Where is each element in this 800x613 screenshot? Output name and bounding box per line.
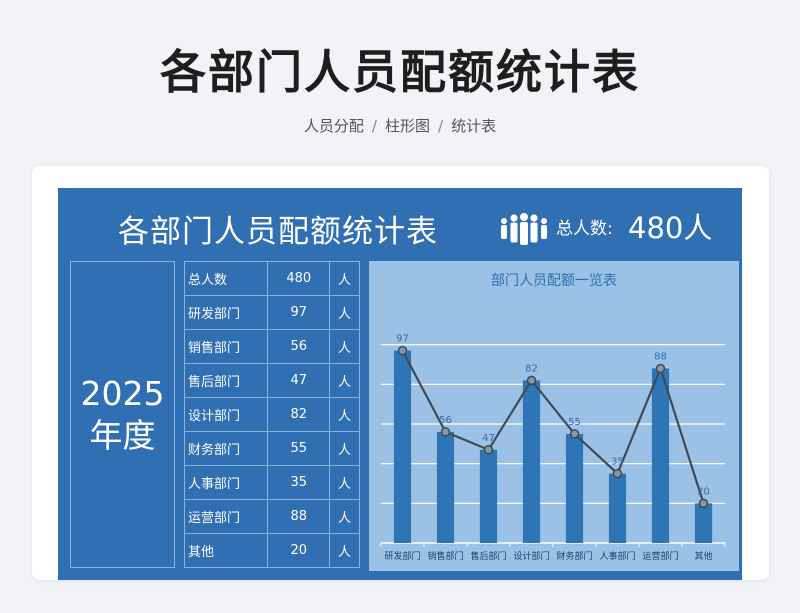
dept-name-cell[interactable]: 研发部门 (183, 295, 269, 330)
line-point (655, 363, 666, 374)
bar (522, 380, 541, 543)
table-row: 人事部门 35 人 (183, 465, 360, 500)
dept-count-cell[interactable]: 47 (267, 363, 331, 398)
x-tick-label: 运营部门 (642, 550, 678, 562)
year-box: 2025 年度 (70, 261, 175, 568)
line-point (612, 468, 623, 479)
people-group-icon (501, 213, 547, 245)
line-point (397, 345, 408, 356)
table-row: 销售部门 56 人 (183, 329, 360, 364)
table-row: 运营部门 88 人 (183, 499, 360, 534)
dept-name-cell[interactable]: 销售部门 (183, 329, 269, 364)
bar (565, 433, 584, 543)
table-row: 财务部门 55 人 (183, 431, 360, 466)
dept-count-cell[interactable]: 82 (267, 397, 331, 432)
x-tick-label: 其他 (694, 550, 712, 562)
data-label: 88 (654, 351, 667, 362)
dept-count-cell[interactable]: 20 (267, 533, 331, 568)
x-tick-label: 人事部门 (599, 550, 635, 562)
spreadsheet-preview: 各部门人员配额统计表 总人数: 480人 2025 年度 总人数 480 人研发部门… (58, 188, 742, 580)
breadcrumb-item[interactable]: 柱形图 (385, 117, 430, 135)
dept-count-cell[interactable]: 35 (267, 465, 331, 500)
page-title: 各部门人员配额统计表 (160, 45, 640, 99)
dept-count-cell[interactable]: 56 (267, 329, 331, 364)
dept-name-cell[interactable]: 运营部门 (183, 499, 269, 534)
bar (608, 473, 627, 543)
data-label: 20 (697, 486, 710, 497)
breadcrumb-separator: / (438, 117, 444, 135)
dept-count-cell[interactable]: 88 (267, 499, 331, 534)
dept-unit-cell[interactable]: 人 (329, 499, 360, 534)
dept-unit-cell[interactable]: 人 (329, 363, 360, 398)
dept-unit-cell[interactable]: 人 (329, 397, 360, 432)
line-point (526, 375, 537, 386)
x-tick-label: 设计部门 (513, 550, 549, 562)
dept-name-cell[interactable]: 其他 (183, 533, 269, 568)
dept-name-cell[interactable]: 财务部门 (183, 431, 269, 466)
breadcrumb-item[interactable]: 统计表 (451, 117, 496, 135)
bar (479, 449, 498, 543)
total-value: 480人 (628, 211, 713, 245)
table-row: 其他 20 人 (183, 533, 360, 568)
data-label: 47 (482, 433, 495, 444)
table-row: 售后部门 47 人 (183, 363, 360, 398)
data-label: 82 (525, 363, 538, 374)
dept-name-cell[interactable]: 人事部门 (183, 465, 269, 500)
bar (393, 350, 412, 543)
dept-name-cell[interactable]: 设计部门 (183, 397, 269, 432)
bar (694, 503, 713, 543)
line-point (483, 445, 494, 455)
data-label: 35 (611, 457, 624, 468)
x-tick-label: 财务部门 (556, 550, 592, 562)
breadcrumb: 人员分配 / 柱形图 / 统计表 (0, 115, 800, 136)
breadcrumb-item[interactable]: 人员分配 (304, 117, 364, 135)
dept-unit-cell[interactable]: 人 (329, 295, 360, 330)
dept-unit-cell[interactable]: 人 (329, 329, 360, 364)
table-row: 研发部门 97 人 (183, 295, 360, 330)
bar (436, 431, 455, 543)
line-point (569, 429, 580, 439)
dept-count-cell[interactable]: 480 (267, 261, 331, 296)
total-label: 总人数: (556, 219, 613, 239)
dept-count-cell[interactable]: 97 (267, 295, 331, 330)
bar (651, 368, 670, 543)
dept-name-cell[interactable]: 售后部门 (183, 363, 269, 398)
data-label: 55 (568, 417, 581, 428)
dept-unit-cell[interactable]: 人 (329, 533, 360, 568)
department-table: 总人数 480 人研发部门 97 人销售部门 56 人售后部门 47 人设计部门 82 人财务部门 5… (183, 261, 360, 568)
line-point (698, 498, 709, 509)
chart-panel: 部门人员配额一览表 97 56 47 82 55 35 88 20 研发部门 销售部门 售后部门 设计部… (369, 261, 739, 571)
dept-unit-cell[interactable]: 人 (329, 431, 360, 466)
table-row: 总人数 480 人 (183, 261, 360, 296)
dept-count-cell[interactable]: 55 (267, 431, 331, 466)
x-tick-label: 售后部门 (470, 550, 506, 562)
data-label: 56 (439, 415, 452, 426)
chart-title: 部门人员配额一览表 (491, 273, 617, 289)
x-tick-label: 销售部门 (427, 550, 463, 562)
sheet-title: 各部门人员配额统计表 (118, 214, 438, 250)
line-point (440, 427, 451, 437)
data-label: 97 (396, 334, 409, 345)
quota-chart: 部门人员配额一览表 97 56 47 82 55 35 88 20 研发部门 销售部门 售后部门 设计部… (380, 273, 726, 562)
table-row: 设计部门 82 人 (183, 397, 360, 432)
year-label: 2025 (80, 374, 165, 414)
dept-unit-cell[interactable]: 人 (329, 261, 360, 296)
dept-name-cell[interactable]: 总人数 (183, 261, 269, 296)
dept-unit-cell[interactable]: 人 (329, 465, 360, 500)
year-suffix: 年度 (89, 415, 156, 455)
x-tick-label: 研发部门 (384, 550, 420, 562)
breadcrumb-separator: / (371, 117, 377, 135)
